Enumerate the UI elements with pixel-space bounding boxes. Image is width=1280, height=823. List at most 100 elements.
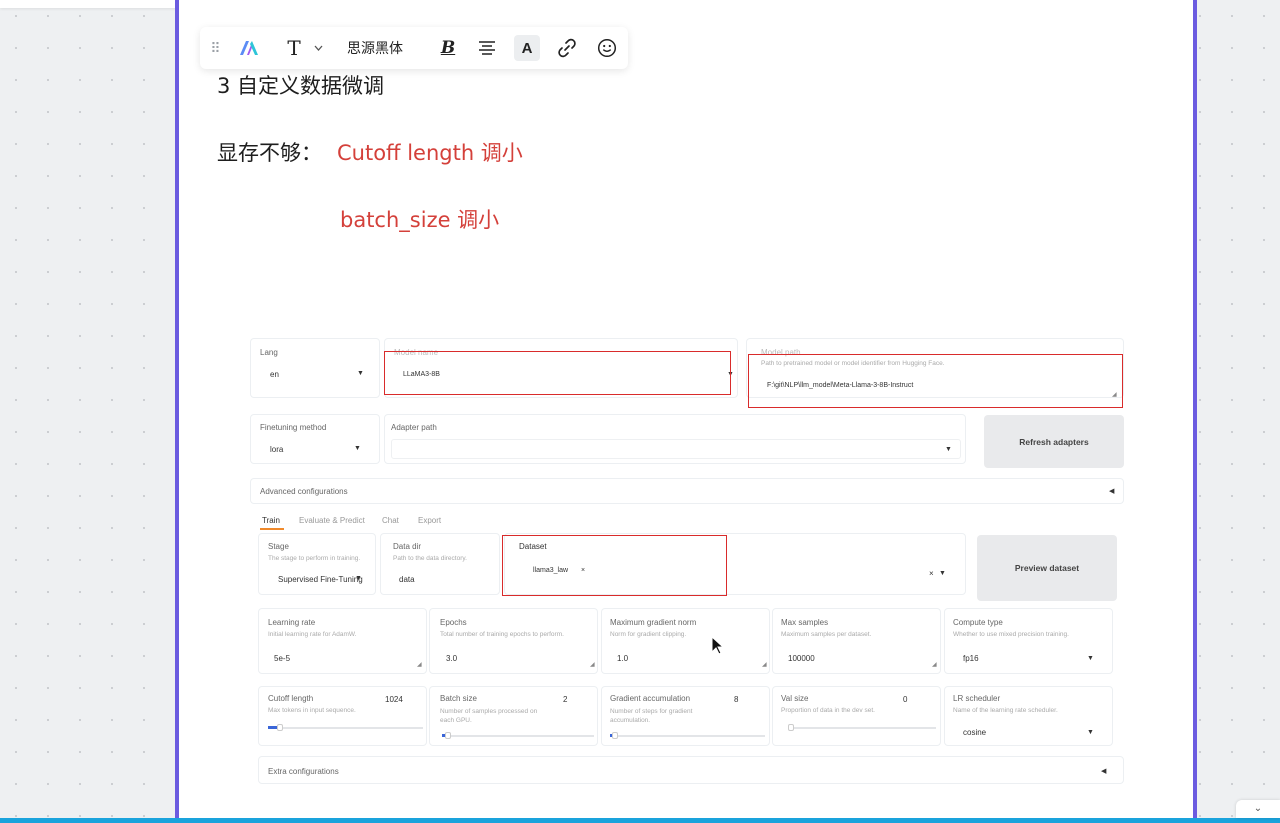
- data-dir-value[interactable]: data: [399, 575, 415, 584]
- dataset-highlight: [502, 535, 727, 596]
- mouse-cursor-icon: [711, 635, 725, 661]
- resize-handle-icon[interactable]: ◢: [417, 661, 422, 668]
- stage-hint: The stage to perform in training.: [268, 555, 361, 562]
- max-samples-value[interactable]: 100000: [788, 654, 815, 663]
- lr-scheduler-value[interactable]: cosine: [963, 728, 986, 737]
- finetuning-panel: Finetuning method lora ▼: [250, 414, 380, 464]
- embedded-training-ui-image: Lang en ▼ Model name LLaMA3-8B ▼ Model p…: [250, 338, 1130, 793]
- compute-type-hint: Whether to use mixed precision training.: [953, 631, 1069, 638]
- lr-scheduler-hint: Name of the learning rate scheduler.: [953, 707, 1058, 714]
- tab-evaluate[interactable]: Evaluate & Predict: [299, 516, 365, 525]
- val-size-slider[interactable]: [788, 724, 936, 731]
- advanced-config-accordion[interactable]: Advanced configurations ◀: [250, 478, 1124, 504]
- extra-config-accordion[interactable]: Extra configurations ◀: [258, 756, 1124, 784]
- format-toolbar: ⠿ T 思源黑体 B A: [200, 27, 628, 69]
- tab-train[interactable]: Train: [262, 516, 280, 525]
- grad-accum-value[interactable]: 8: [734, 695, 738, 704]
- memory-label: 显存不够：: [217, 141, 322, 165]
- slider-fill: [268, 726, 278, 729]
- emoji-icon[interactable]: [596, 27, 618, 69]
- slider-handle[interactable]: [611, 732, 618, 739]
- val-size-panel: Val size 0 Proportion of data in the dev…: [772, 686, 941, 746]
- chevron-down-icon[interactable]: [312, 27, 324, 69]
- tab-chat[interactable]: Chat: [382, 516, 399, 525]
- preview-dataset-button[interactable]: Preview dataset: [977, 535, 1117, 601]
- collapse-triangle-icon[interactable]: ◀: [1109, 487, 1114, 495]
- adapter-path-label: Adapter path: [391, 423, 437, 432]
- finetuning-value[interactable]: lora: [270, 445, 283, 454]
- lang-value[interactable]: en: [270, 370, 279, 379]
- lang-label: Lang: [260, 348, 278, 357]
- text-color-icon[interactable]: A: [514, 35, 540, 61]
- advanced-config-label: Advanced configurations: [260, 487, 348, 496]
- epochs-value[interactable]: 3.0: [446, 654, 457, 663]
- val-size-value[interactable]: 0: [903, 695, 907, 704]
- data-dir-panel: Data dir Path to the data directory. dat…: [380, 533, 500, 595]
- slider-handle[interactable]: [277, 724, 284, 731]
- align-center-icon[interactable]: [477, 27, 497, 69]
- batch-size-tip: batch_size 调小: [340, 208, 500, 232]
- val-size-label: Val size: [781, 694, 809, 703]
- corner-widget[interactable]: ⌄: [1236, 800, 1280, 818]
- bold-icon[interactable]: B: [438, 27, 458, 69]
- max-samples-panel: Max samples Maximum samples per dataset.…: [772, 608, 941, 674]
- val-size-hint: Proportion of data in the dev set.: [781, 707, 875, 714]
- chevron-down-icon[interactable]: ▼: [354, 445, 361, 452]
- chevron-down-icon[interactable]: ▼: [357, 370, 364, 377]
- max-samples-hint: Maximum samples per dataset.: [781, 631, 872, 638]
- batch-size-hint: Number of samples processed on each GPU.: [440, 708, 538, 724]
- grad-accum-label: Gradient accumulation: [610, 694, 691, 703]
- data-dir-label: Data dir: [393, 542, 422, 551]
- chevron-down-icon[interactable]: ▼: [1087, 655, 1094, 662]
- cutoff-length-slider[interactable]: [268, 724, 423, 731]
- max-grad-norm-label: Maximum gradient norm: [610, 618, 697, 627]
- drag-handle-icon[interactable]: ⠿: [208, 27, 222, 69]
- chevron-down-icon[interactable]: ▼: [355, 575, 362, 582]
- model-path-highlight: [748, 354, 1123, 408]
- compute-type-value[interactable]: fp16: [963, 654, 979, 663]
- max-grad-norm-value[interactable]: 1.0: [617, 654, 628, 663]
- grad-accum-panel: Gradient accumulation 8 Number of steps …: [601, 686, 770, 746]
- slider-handle[interactable]: [788, 724, 794, 731]
- resize-handle-icon[interactable]: ◢: [932, 661, 937, 668]
- cutoff-length-label: Cutoff length: [268, 694, 314, 703]
- lr-scheduler-panel: LR scheduler Name of the learning rate s…: [944, 686, 1113, 746]
- stage-panel: Stage The stage to perform in training. …: [258, 533, 376, 595]
- chevron-down-icon[interactable]: ▼: [1087, 729, 1094, 736]
- cutoff-tip: Cutoff length 调小: [337, 141, 523, 165]
- stage-value[interactable]: Supervised Fine-Tuning: [278, 575, 363, 584]
- learning-rate-label: Learning rate: [268, 618, 316, 627]
- lr-scheduler-label: LR scheduler: [953, 694, 1001, 703]
- link-icon[interactable]: [556, 27, 578, 69]
- tab-export[interactable]: Export: [418, 516, 441, 525]
- resize-handle-icon[interactable]: ◢: [590, 661, 595, 668]
- data-dir-hint: Path to the data directory.: [393, 555, 467, 562]
- text-style-icon[interactable]: T: [284, 27, 304, 69]
- font-family-select[interactable]: 思源黑体: [347, 27, 417, 69]
- grad-accum-slider[interactable]: [610, 732, 765, 739]
- learning-rate-hint: Initial learning rate for AdamW.: [268, 631, 357, 638]
- adapter-path-input[interactable]: [391, 439, 961, 459]
- epochs-panel: Epochs Total number of training epochs t…: [429, 608, 598, 674]
- epochs-hint: Total number of training epochs to perfo…: [440, 631, 564, 638]
- bottom-progress-bar: [0, 818, 1280, 823]
- active-tab-indicator: [260, 528, 284, 530]
- grad-accum-hint: Number of steps for gradient accumulatio…: [610, 708, 693, 724]
- lang-panel: Lang en ▼: [250, 338, 380, 398]
- collapse-triangle-icon[interactable]: ◀: [1101, 767, 1106, 775]
- refresh-adapters-button[interactable]: Refresh adapters: [984, 415, 1124, 468]
- batch-size-label: Batch size: [440, 694, 477, 703]
- batch-size-slider[interactable]: [442, 732, 594, 739]
- ai-logo-icon[interactable]: [236, 27, 262, 69]
- max-grad-norm-hint: Norm for gradient clipping.: [610, 631, 687, 638]
- chevron-down-icon[interactable]: ▼: [945, 446, 952, 453]
- slider-handle[interactable]: [445, 732, 452, 739]
- resize-handle-icon[interactable]: ◢: [762, 661, 767, 668]
- stage-label: Stage: [268, 542, 289, 551]
- learning-rate-value[interactable]: 5e-5: [274, 654, 290, 663]
- adapter-path-panel: Adapter path ▼: [384, 414, 966, 464]
- chevron-down-icon[interactable]: ▼: [939, 570, 946, 577]
- dataset-clear-icon[interactable]: ×: [929, 569, 934, 578]
- cutoff-length-value[interactable]: 1024: [385, 695, 403, 704]
- batch-size-value[interactable]: 2: [563, 695, 567, 704]
